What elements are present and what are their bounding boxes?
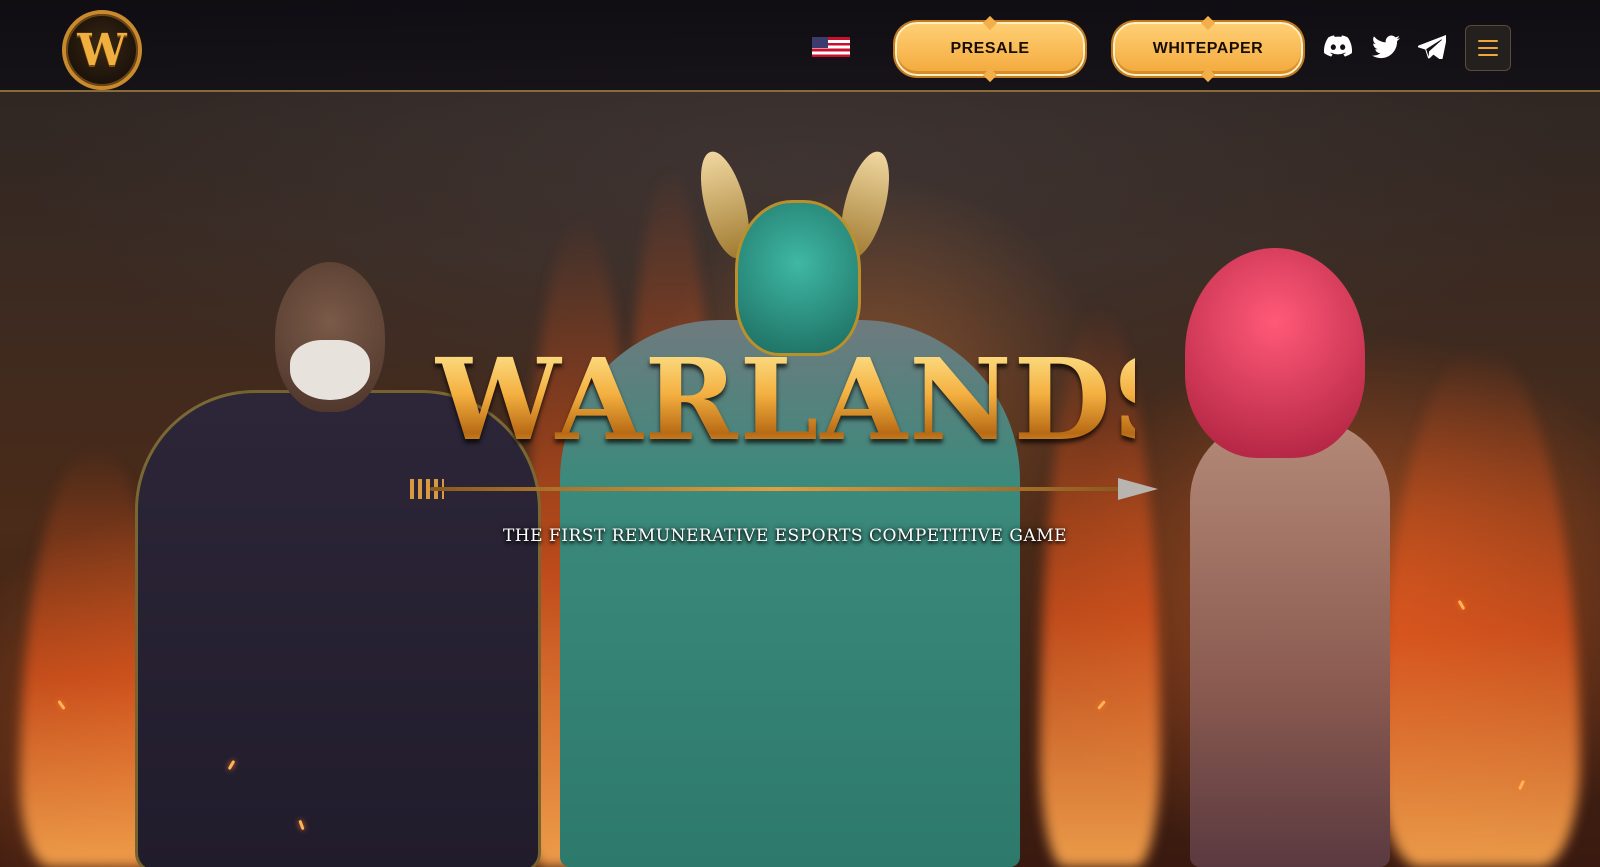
hamburger-menu-button[interactable] (1465, 25, 1511, 71)
warlands-logo[interactable]: W (62, 10, 142, 90)
hamburger-icon-bar (1478, 47, 1498, 49)
page: W PRESALE WHITEPAPER WARLANDS THE FIRST … (0, 0, 1600, 867)
flame (1380, 347, 1580, 867)
telegram-icon[interactable] (1417, 33, 1447, 61)
top-navbar: W PRESALE WHITEPAPER (0, 0, 1600, 92)
character-knight-helmet (735, 200, 861, 356)
hamburger-icon-bar (1478, 54, 1498, 56)
arrow-shaft (430, 487, 1120, 491)
character-huntress-hair (1185, 248, 1365, 458)
arrow-divider (410, 478, 1158, 500)
logo-letter: W (77, 24, 127, 76)
hamburger-icon-bar (1478, 40, 1498, 42)
hero-title: WARLANDS (435, 335, 1196, 466)
character-huntress (1190, 420, 1390, 867)
presale-button[interactable]: PRESALE (895, 22, 1085, 76)
character-monk-beard (290, 340, 370, 400)
discord-icon[interactable] (1323, 33, 1353, 61)
whitepaper-button[interactable]: WHITEPAPER (1113, 22, 1303, 76)
twitter-icon[interactable] (1371, 33, 1401, 61)
arrow-head-icon (1118, 478, 1158, 500)
hero-subtitle: THE FIRST REMUNERATIVE ESPORTS COMPETITI… (502, 526, 1068, 546)
us-flag-icon[interactable] (812, 37, 850, 57)
